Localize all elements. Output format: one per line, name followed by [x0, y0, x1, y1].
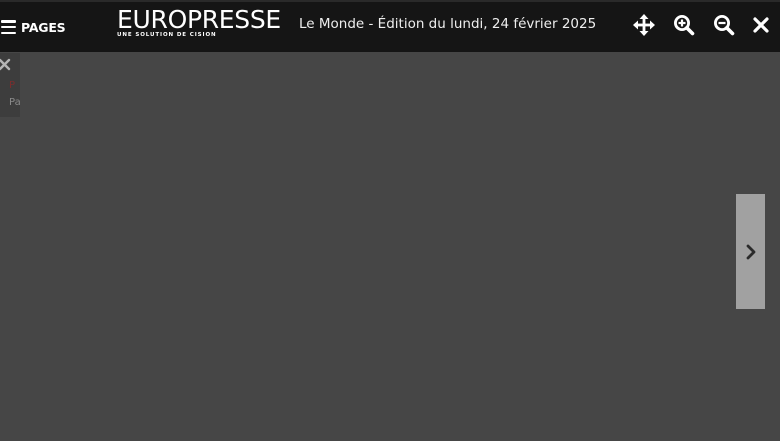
chevron-right-icon: [746, 244, 755, 259]
close-button[interactable]: [749, 12, 773, 38]
close-icon: [753, 17, 769, 33]
panel-item-text[interactable]: P: [9, 80, 15, 91]
edition-title: Le Monde - Édition du lundi, 24 février …: [299, 16, 597, 32]
europresse-logo: EUROPRESSE UNE SOLUTION DE CISION: [117, 5, 297, 38]
pages-label: PAGES: [21, 19, 66, 35]
move-icon: [633, 14, 655, 36]
next-page-button[interactable]: [736, 194, 765, 309]
zoom-out-button[interactable]: [712, 12, 736, 38]
zoom-in-button[interactable]: [672, 12, 696, 38]
zoom-in-icon: [674, 15, 695, 36]
move-button[interactable]: [632, 12, 656, 38]
panel-item-text[interactable]: Pa: [9, 97, 20, 108]
zoom-out-icon: [714, 15, 735, 36]
page-list-panel: P Pa: [0, 53, 20, 117]
logo-text: EUROPRESSE: [117, 5, 281, 34]
pages-button[interactable]: PAGES: [0, 2, 66, 52]
hamburger-icon: [1, 20, 16, 34]
panel-close-icon[interactable]: [0, 58, 11, 71]
top-bar: PAGES EUROPRESSE UNE SOLUTION DE CISION …: [0, 0, 780, 52]
